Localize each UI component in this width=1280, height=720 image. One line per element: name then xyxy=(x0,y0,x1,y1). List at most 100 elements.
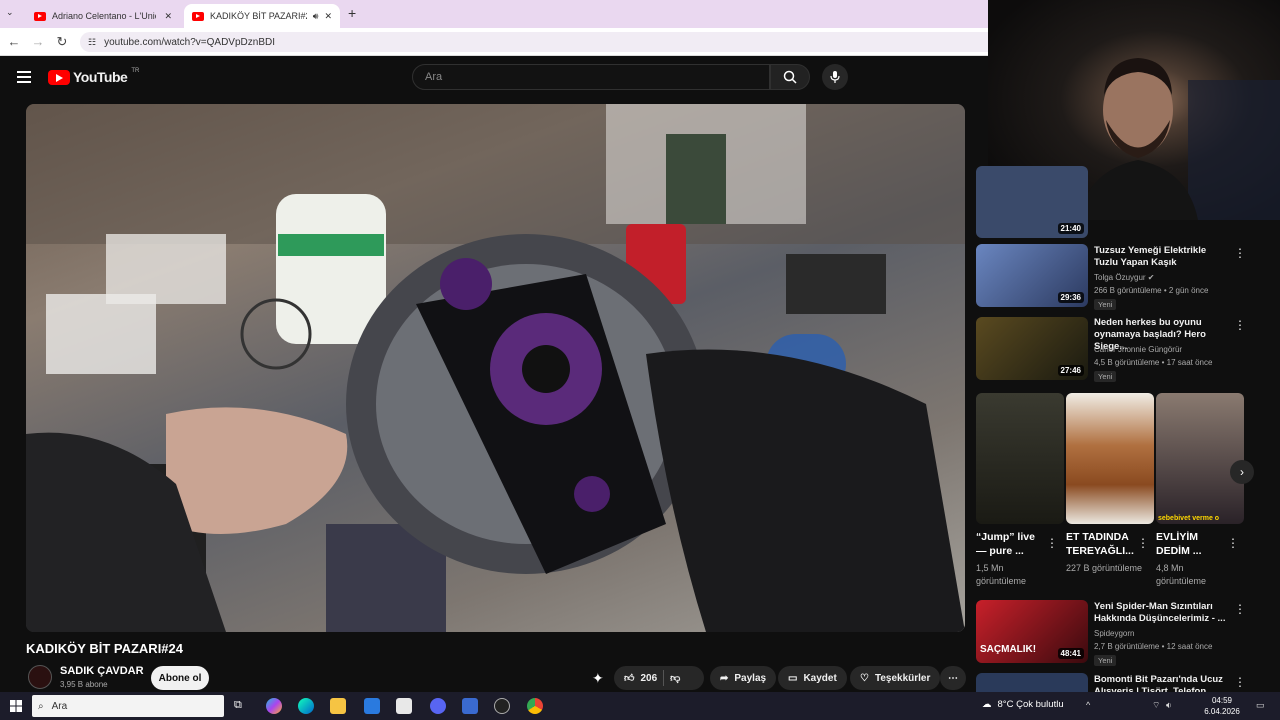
search-icon: ⌕ xyxy=(38,700,44,712)
copilot-icon[interactable] xyxy=(266,698,282,714)
duration-badge: 29:36 xyxy=(1057,292,1084,303)
sidebar-thumbnail[interactable]: SAÇMALIK! 48:41 xyxy=(976,600,1088,663)
edge-icon[interactable] xyxy=(298,698,314,714)
save-button[interactable]: ▭ Kaydet xyxy=(778,666,847,690)
sidebar-video-meta: 266 B görüntüleme • 2 gün önce xyxy=(1094,286,1209,295)
bookmark-icon: ▭ xyxy=(788,672,798,684)
back-arrow-icon[interactable]: ← xyxy=(6,34,22,50)
short-title[interactable]: “Jump” live — pure ... xyxy=(976,530,1046,558)
sidebar-thumbnail[interactable] xyxy=(976,673,1088,692)
task-view-icon[interactable]: ⧉ xyxy=(234,699,242,712)
video-frame xyxy=(26,104,965,632)
discord-icon[interactable] xyxy=(430,698,446,714)
thanks-heart-icon: ♡ xyxy=(860,672,869,684)
tray-chevron-icon[interactable]: ^ xyxy=(1086,700,1090,710)
duration-badge: 48:41 xyxy=(1057,648,1084,659)
voice-search-button[interactable] xyxy=(822,64,848,90)
sidebar-channel-name[interactable]: Caner Jhonnie Güngörür xyxy=(1094,345,1182,354)
sidebar-video-title[interactable]: Tuzsuz Yemeği Elektrikle Tuzlu Yapan Kaş… xyxy=(1094,245,1226,269)
taskbar-search-placeholder: Ara xyxy=(51,700,68,712)
new-badge: Yeni xyxy=(1094,655,1117,666)
sidebar-thumbnail[interactable]: 27:46 xyxy=(976,317,1088,380)
search-input[interactable]: Ara xyxy=(412,64,770,90)
youtube-header: YouTube TR Ara xyxy=(0,56,988,100)
tab-adriano[interactable]: Adriano Celentano - L'Unica Ch ✕ xyxy=(26,4,180,28)
taskbar-search[interactable]: ⌕ Ara xyxy=(32,695,224,717)
youtube-play-icon xyxy=(48,69,70,85)
notifications-icon[interactable]: ▭ xyxy=(1256,700,1265,711)
more-options-icon[interactable]: ⋮ xyxy=(1234,676,1246,688)
url-field[interactable]: ☷ youtube.com/watch?v=QADVpDznBDI xyxy=(80,32,988,52)
youtube-logo[interactable]: YouTube TR xyxy=(48,68,140,85)
short-caption: sebebivet verme o xyxy=(1158,515,1220,522)
browser-tab-bar: ⌄ Adriano Celentano - L'Unica Ch ✕ KADIK… xyxy=(0,0,988,28)
menu-icon[interactable] xyxy=(17,71,31,83)
short-thumbnail[interactable] xyxy=(976,393,1064,524)
share-label: Paylaş xyxy=(734,672,767,684)
more-options-icon[interactable]: ⋮ xyxy=(1234,247,1246,259)
video-player[interactable] xyxy=(26,104,965,632)
search-button[interactable] xyxy=(770,64,810,90)
sidebar-video-meta: 4,5 B görüntüleme • 17 saat önce xyxy=(1094,358,1213,367)
tab-list-chevron-icon[interactable]: ⌄ xyxy=(6,7,14,18)
system-clock[interactable]: 04:59 6.04.2026 xyxy=(1200,695,1244,717)
sidebar-thumbnail[interactable]: 21:40 xyxy=(976,166,1088,238)
close-tab-icon[interactable]: ✕ xyxy=(324,11,332,22)
tab-title: Adriano Celentano - L'Unica Ch xyxy=(52,11,156,21)
windows-start-icon[interactable] xyxy=(10,700,22,712)
weather-text: 8°C Çok bulutlu xyxy=(997,699,1064,710)
file-explorer-icon[interactable] xyxy=(330,698,346,714)
more-options-icon[interactable]: ⋮ xyxy=(1234,603,1246,615)
volume-icon[interactable]: 🔉︎ xyxy=(1166,700,1172,711)
logo-text: YouTube xyxy=(73,69,128,85)
sidebar-channel-name[interactable]: Spideygorn xyxy=(1094,629,1134,638)
speaker-icon[interactable]: 🔊︎ xyxy=(313,11,319,22)
channel-avatar[interactable] xyxy=(28,665,52,689)
more-options-icon[interactable]: ⋮ xyxy=(1227,536,1239,550)
clock-date: 6.04.2026 xyxy=(1204,707,1240,716)
share-arrow-icon: ➦ xyxy=(720,672,729,684)
reload-icon[interactable]: ↻ xyxy=(54,34,70,50)
sparkle-icon[interactable]: ✦ xyxy=(592,670,604,687)
address-bar: ← → ↻ ☷ youtube.com/watch?v=QADVpDznBDI xyxy=(0,28,988,56)
more-options-icon[interactable]: ⋮ xyxy=(1137,536,1149,550)
short-title[interactable]: EVLİYİM DEDİM ... xyxy=(1156,530,1226,558)
share-button[interactable]: ➦ Paylaş xyxy=(710,666,777,690)
chrome-icon[interactable] xyxy=(527,698,543,714)
tab-kadikoy[interactable]: KADIKÖY BİT PAZARI#24 - 🔊︎ ✕ xyxy=(184,4,340,28)
short-thumbnail[interactable]: sebebivet verme o xyxy=(1156,393,1244,524)
more-options-icon[interactable]: ⋮ xyxy=(1046,536,1058,550)
sidebar-video-title[interactable]: Yeni Spider-Man Sızıntıları Hakkında Düş… xyxy=(1094,601,1226,625)
cloud-icon: ☁︎ xyxy=(982,699,992,710)
shorts-next-button[interactable]: › xyxy=(1230,460,1254,484)
video-title: KADIKÖY BİT PAZARI#24 xyxy=(26,641,183,656)
youtube-favicon-icon xyxy=(192,11,204,21)
subscribe-button[interactable]: Abone ol xyxy=(151,666,209,690)
mail-icon[interactable] xyxy=(364,698,380,714)
channel-name[interactable]: SADIK ÇAVDAR xyxy=(60,665,144,677)
thanks-button[interactable]: ♡ Teşekkürler xyxy=(850,666,941,690)
photos-icon[interactable] xyxy=(396,698,412,714)
app-icon[interactable] xyxy=(462,698,478,714)
taskbar: ⌕ Ara ⧉ ☁︎ 8°C Çok bulutlu ^ ⌔ 🔉︎ 04:59 … xyxy=(0,692,1280,720)
logo-country: TR xyxy=(131,68,140,74)
weather-widget[interactable]: ☁︎ 8°C Çok bulutlu xyxy=(982,699,1064,710)
more-options-icon[interactable]: ⋮ xyxy=(1234,319,1246,331)
close-tab-icon[interactable]: ✕ xyxy=(164,11,172,22)
obs-icon[interactable] xyxy=(494,698,510,714)
short-title[interactable]: ET TADINDA TEREYAĞLI... xyxy=(1066,530,1136,558)
divider xyxy=(663,670,665,686)
short-thumbnail[interactable] xyxy=(1066,393,1154,524)
thumbs-down-icon[interactable]: 👎︎ xyxy=(670,672,680,684)
sidebar-channel-name[interactable]: Tolga Özuygur ✔ xyxy=(1094,273,1155,282)
sidebar-video-title[interactable]: Bomonti Bit Pazarı'nda Ucuz Alışveriş | … xyxy=(1094,674,1226,692)
more-actions-button[interactable]: ⋯ xyxy=(940,666,966,690)
save-label: Kaydet xyxy=(803,672,837,684)
new-tab-button[interactable]: + xyxy=(348,5,356,21)
thumbnail-image xyxy=(976,673,1088,692)
sidebar-thumbnail[interactable]: 29:36 xyxy=(976,244,1088,307)
like-button[interactable]: 👍︎ 206 xyxy=(624,672,657,685)
site-info-icon[interactable]: ☷ xyxy=(88,37,96,48)
wifi-icon[interactable]: ⌔ xyxy=(1152,700,1160,711)
forward-arrow-icon[interactable]: → xyxy=(30,34,46,50)
